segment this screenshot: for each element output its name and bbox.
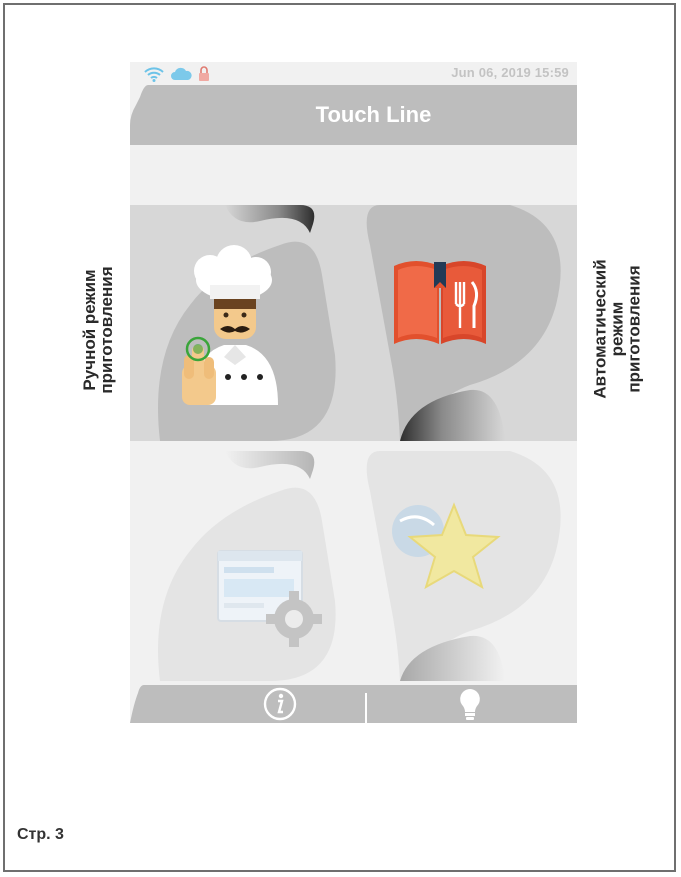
favorites-tile[interactable] [340,451,577,681]
settings-window-icon [217,550,322,647]
automatic-cooking-label: Автоматический режим приготовления [590,259,644,399]
manual-cooking-label: Ручной режим приготовления [80,266,116,394]
info-button[interactable] [230,685,330,723]
info-icon [263,687,297,721]
header-title: Touch Line [315,102,432,127]
chef-icon [182,245,278,405]
touch-screen: Jun 06, 2019 15:59 Touch Line [130,62,577,723]
lightbulb-icon [460,689,480,720]
settings-tile[interactable] [130,451,345,681]
tile-row-active [130,205,577,441]
status-bar: Jun 06, 2019 15:59 [130,62,577,84]
datetime: Jun 06, 2019 15:59 [451,65,569,80]
recipe-book-icon [394,261,486,344]
page-number: Стр. 3 [17,826,64,843]
light-button[interactable] [430,685,510,723]
tile-row-inactive [130,451,577,681]
manual-cooking-tile[interactable] [130,205,345,441]
lock-icon [199,66,209,81]
wifi-icon [144,67,164,82]
automatic-cooking-tile[interactable] [340,205,577,441]
cloud-icon [171,67,192,80]
star-icon [392,502,501,590]
